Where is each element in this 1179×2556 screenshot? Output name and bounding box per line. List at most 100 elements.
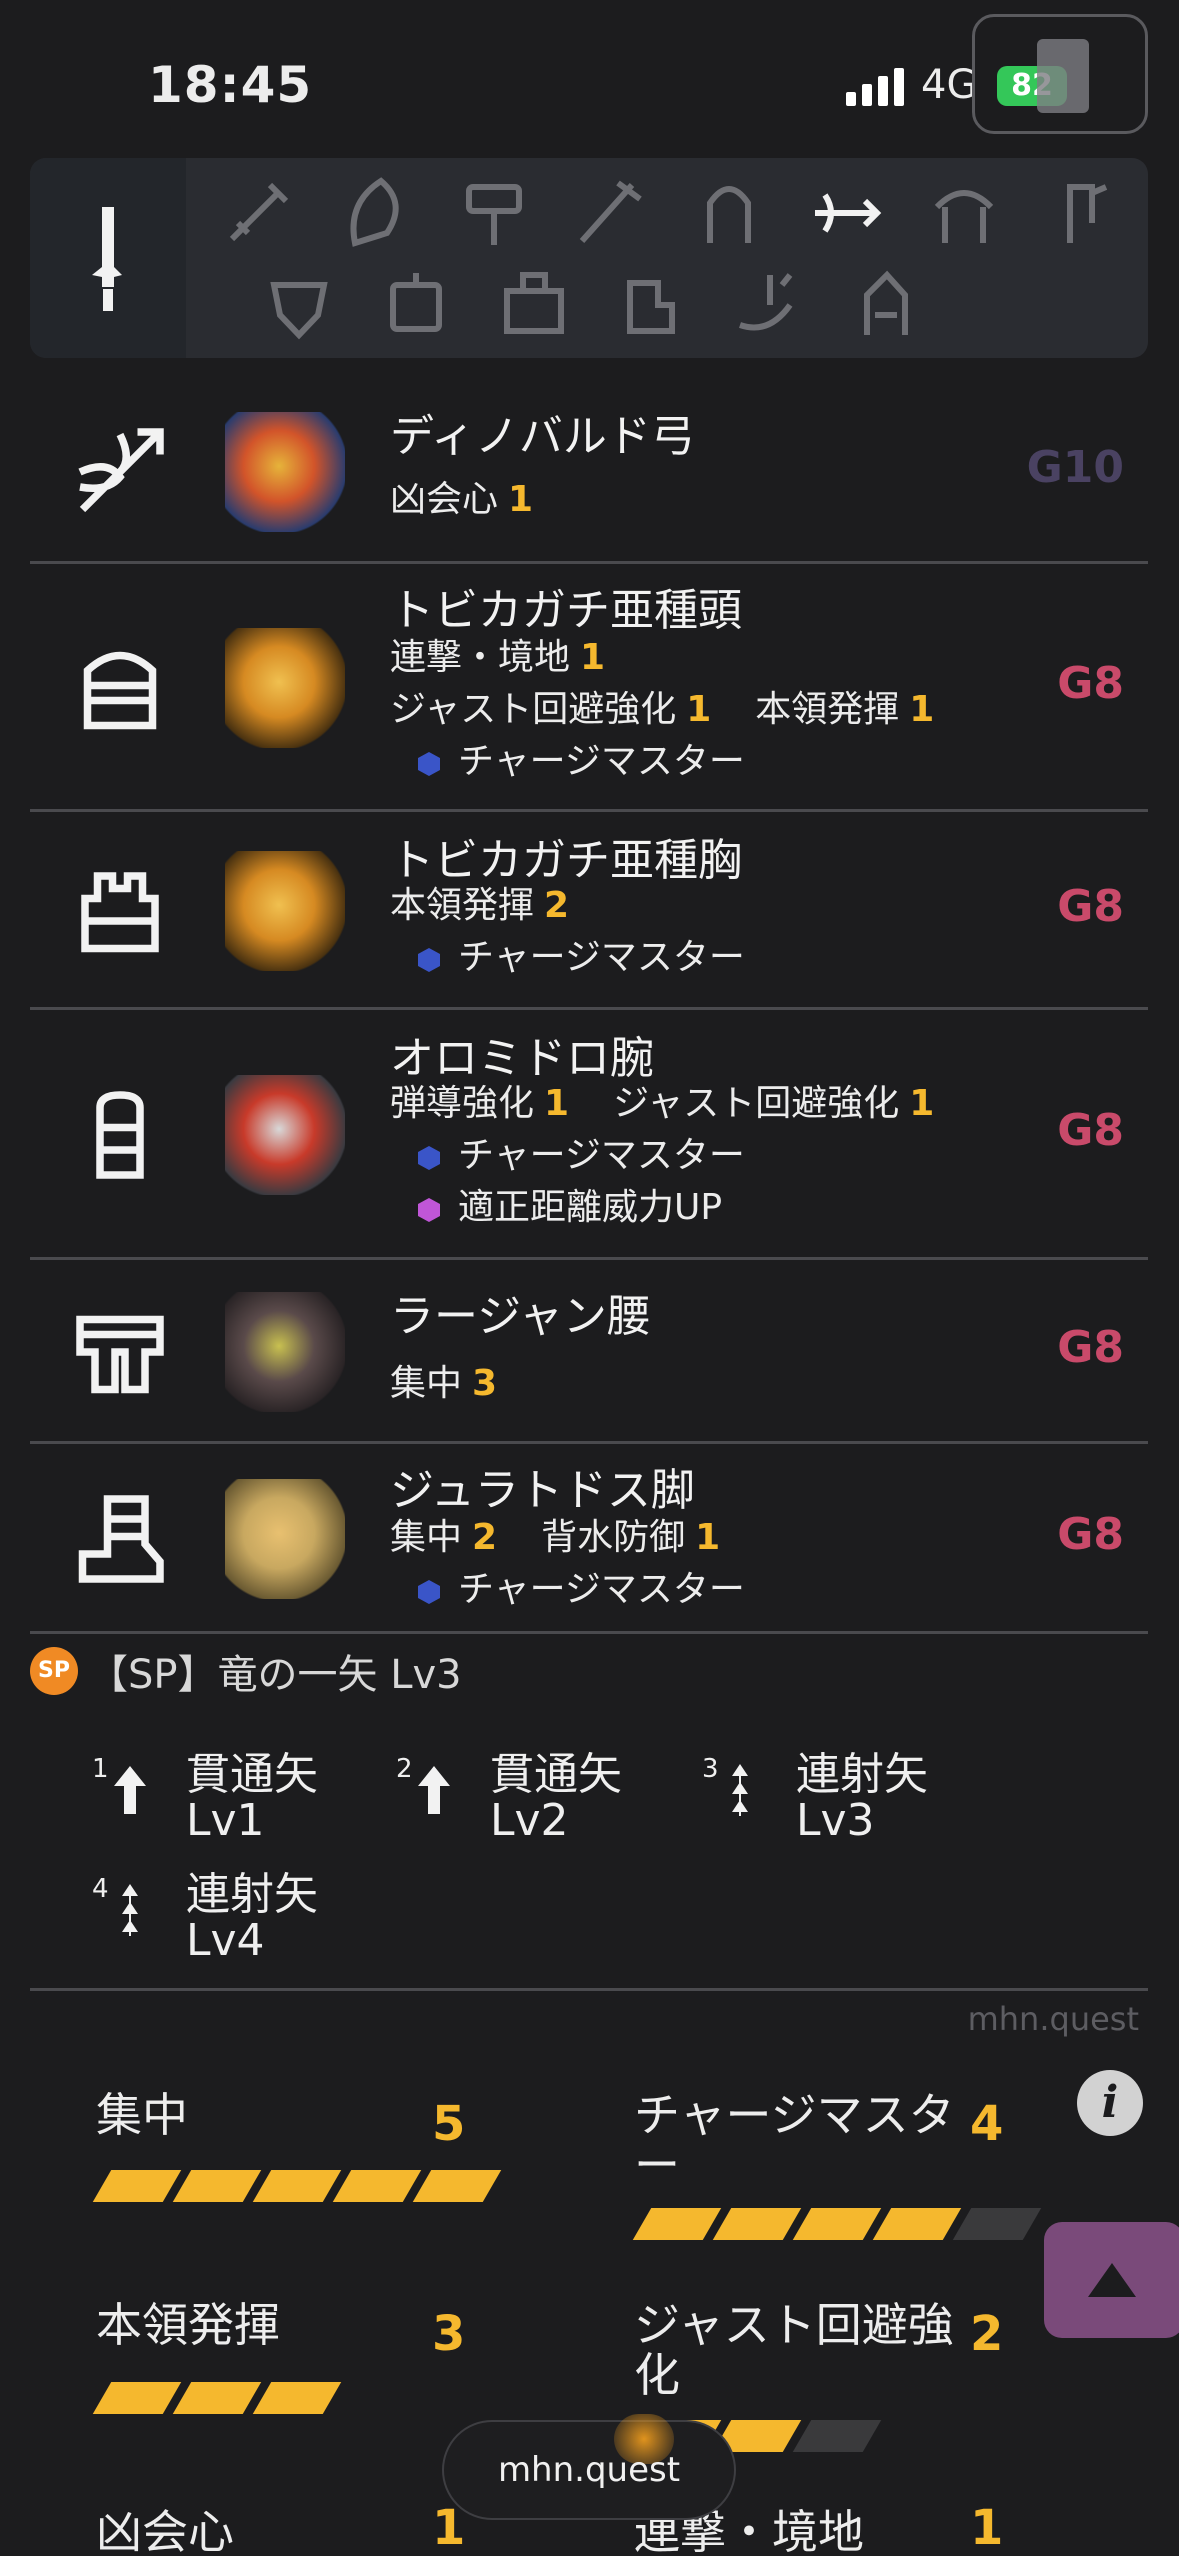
divider [30, 1988, 1148, 1991]
url-bar-pill[interactable]: mhn.quest [442, 2414, 736, 2520]
hunting-horn-icon [706, 186, 751, 243]
monster-thumbnail [225, 412, 345, 532]
info-button[interactable]: i [1077, 2070, 1143, 2136]
shot-number: 3 [702, 1754, 719, 1784]
skill-summary-name: チャージマスター [634, 2088, 955, 2192]
skill-line: 集中 3 [390, 1358, 541, 1410]
armor-name: ディノバルド弓 [390, 411, 695, 462]
shot-name: 連射矢 [186, 1869, 318, 1920]
shot-level: Lv3 [796, 1795, 875, 1846]
weapon-type-lance[interactable] [905, 166, 1023, 258]
selected-weapon-great-sword[interactable] [30, 158, 186, 358]
weapon-type-dual-blades[interactable] [318, 166, 436, 258]
grade-badge: G8 [1057, 658, 1124, 709]
decoration-gem-icon [418, 1198, 440, 1222]
shot-level: Lv2 [490, 1795, 569, 1846]
skill-summary-item[interactable]: ジャスト回避強化 2 [632, 2298, 1014, 2452]
weapon-type-charge-blade[interactable] [358, 258, 476, 350]
weapon-type-hammer[interactable] [435, 166, 553, 258]
decoration-gem-icon [418, 752, 440, 776]
skill-line: 凶会心 1 [390, 474, 577, 526]
decoration-name: チャージマスター [458, 1569, 745, 1610]
armor-skills: 連撃・境地 1 ジャスト回避強化 1 本領発揮 1 チャージマスター [390, 632, 978, 788]
skill-summary-level: 3 [432, 2306, 466, 2362]
weapon-type-heavy-bowgun[interactable] [593, 258, 711, 350]
skill-summary-name: 集中 [96, 2088, 188, 2142]
skill-name: 集中 [390, 1363, 463, 1404]
skill-level: 2 [544, 885, 570, 926]
weapon-type-long-sword[interactable] [553, 166, 671, 258]
shot-number: 1 [92, 1754, 109, 1784]
weapon-type-switch-axe[interactable] [240, 258, 358, 350]
watermark: mhn.quest [967, 2000, 1139, 2038]
level-pip-empty [952, 2208, 1042, 2240]
skill-level-partial: 1 [970, 2500, 1004, 2556]
skill-level: 2 [472, 1517, 498, 1558]
skill-name: ジャスト回避強化 [390, 689, 677, 730]
skill-summary-item[interactable]: チャージマスター 4 [632, 2088, 1042, 2240]
weapon-type-gunlance[interactable] [1023, 166, 1141, 258]
shot-type-2: 2 貫通矢 Lv2 [396, 1752, 622, 1846]
armor-row-arms[interactable]: オロミドロ腕 弾導強化 1 ジャスト回避強化 1 チャージマスター 適正距離威力UP G8 [30, 1010, 1148, 1260]
skill-level: 1 [909, 1083, 935, 1124]
skill-name-partial: 凶会心 [96, 2505, 234, 2556]
skill-summary-item[interactable]: 集中 5 [92, 2088, 502, 2202]
skill-level: 1 [909, 689, 935, 730]
skill-name: 連撃・境地 [390, 637, 571, 678]
weapon-type-hunting-horn[interactable] [670, 166, 788, 258]
decoration: チャージマスター [390, 1130, 978, 1182]
decoration-name: 適正距離威力UP [458, 1187, 723, 1228]
armor-set-toggle-button[interactable] [972, 14, 1148, 134]
weapon-type-selector [30, 158, 1148, 358]
scroll-to-top-button[interactable] [1044, 2222, 1179, 2338]
weapon-type-palico-weapon[interactable] [828, 258, 946, 350]
palico-weapon-icon [864, 270, 909, 335]
armor-row-chest[interactable]: トビカガチ亜種胸 本領発揮 2 チャージマスター G8 [30, 812, 1148, 1010]
skill-level: 1 [580, 637, 606, 678]
skill-level: 1 [695, 1517, 721, 1558]
weapon-type-insect-glaive[interactable] [475, 258, 593, 350]
skill-name: 本領発揮 [755, 689, 900, 730]
skill-summary-level: 2 [970, 2306, 1004, 2362]
shot-type-4: 4 連射矢 Lv4 [92, 1869, 318, 1964]
rapid-arrow-icon [122, 1884, 138, 1936]
skill-level-bar [92, 2382, 342, 2414]
rapid-arrow-icon [732, 1764, 748, 1816]
status-time: 18:45 [148, 56, 313, 114]
armor-skills: 集中 2 背水防御 1 チャージマスター [390, 1512, 764, 1616]
heavy-bowgun-icon [627, 280, 676, 334]
shot-number: 4 [92, 1874, 109, 1904]
skill-name: 弾導強化 [390, 1083, 535, 1124]
sp-skill-label: 【SP】竜の一矢 Lv3 [88, 1652, 462, 1698]
waist-slot-icon [60, 1292, 180, 1412]
skill-summary-item[interactable]: 本領発揮 3 [92, 2300, 476, 2414]
sword-and-shield-icon [229, 182, 288, 242]
grade-badge: G10 [1026, 442, 1124, 493]
light-bowgun-icon [738, 273, 793, 331]
decoration-name: チャージマスター [458, 1135, 745, 1176]
armor-row-weapon[interactable]: ディノバルド弓 凶会心 1 G10 [30, 380, 1148, 564]
monster-thumbnail [225, 851, 345, 971]
monster-thumbnail [225, 1292, 345, 1412]
legs-slot-icon [60, 1479, 180, 1599]
armor-row-legs[interactable]: ジュラトドス脚 集中 2 背水防御 1 チャージマスター G8 [30, 1444, 1148, 1634]
weapon-slot-icon [60, 412, 180, 532]
weapon-type-sword-and-shield[interactable] [200, 166, 318, 258]
lance-icon [934, 190, 993, 243]
great-sword-icon [92, 207, 122, 311]
skill-level: 1 [508, 479, 534, 520]
weapon-type-bow[interactable] [788, 166, 906, 258]
skill-level: 1 [686, 689, 712, 730]
decoration: チャージマスター [390, 1564, 764, 1616]
armor-row-head[interactable]: トビカガチ亜種頭 連撃・境地 1 ジャスト回避強化 1 本領発揮 1 チャージマスター G8 [30, 564, 1148, 812]
shot-type-1: 1 貫通矢 Lv1 [92, 1752, 318, 1844]
skill-summary-name: ジャスト回避強化 [634, 2298, 954, 2402]
armor-row-waist[interactable]: ラージャン腰 集中 3 G8 [30, 1260, 1148, 1444]
level-pip-filled [172, 2382, 262, 2414]
decoration: チャージマスター [390, 736, 978, 788]
pierce-arrow-icon [114, 1766, 146, 1814]
monster-thumbnail [225, 628, 345, 748]
weapon-type-grid [200, 166, 1140, 350]
weapon-type-light-bowgun[interactable] [710, 258, 828, 350]
level-pip-filled [252, 2170, 342, 2202]
